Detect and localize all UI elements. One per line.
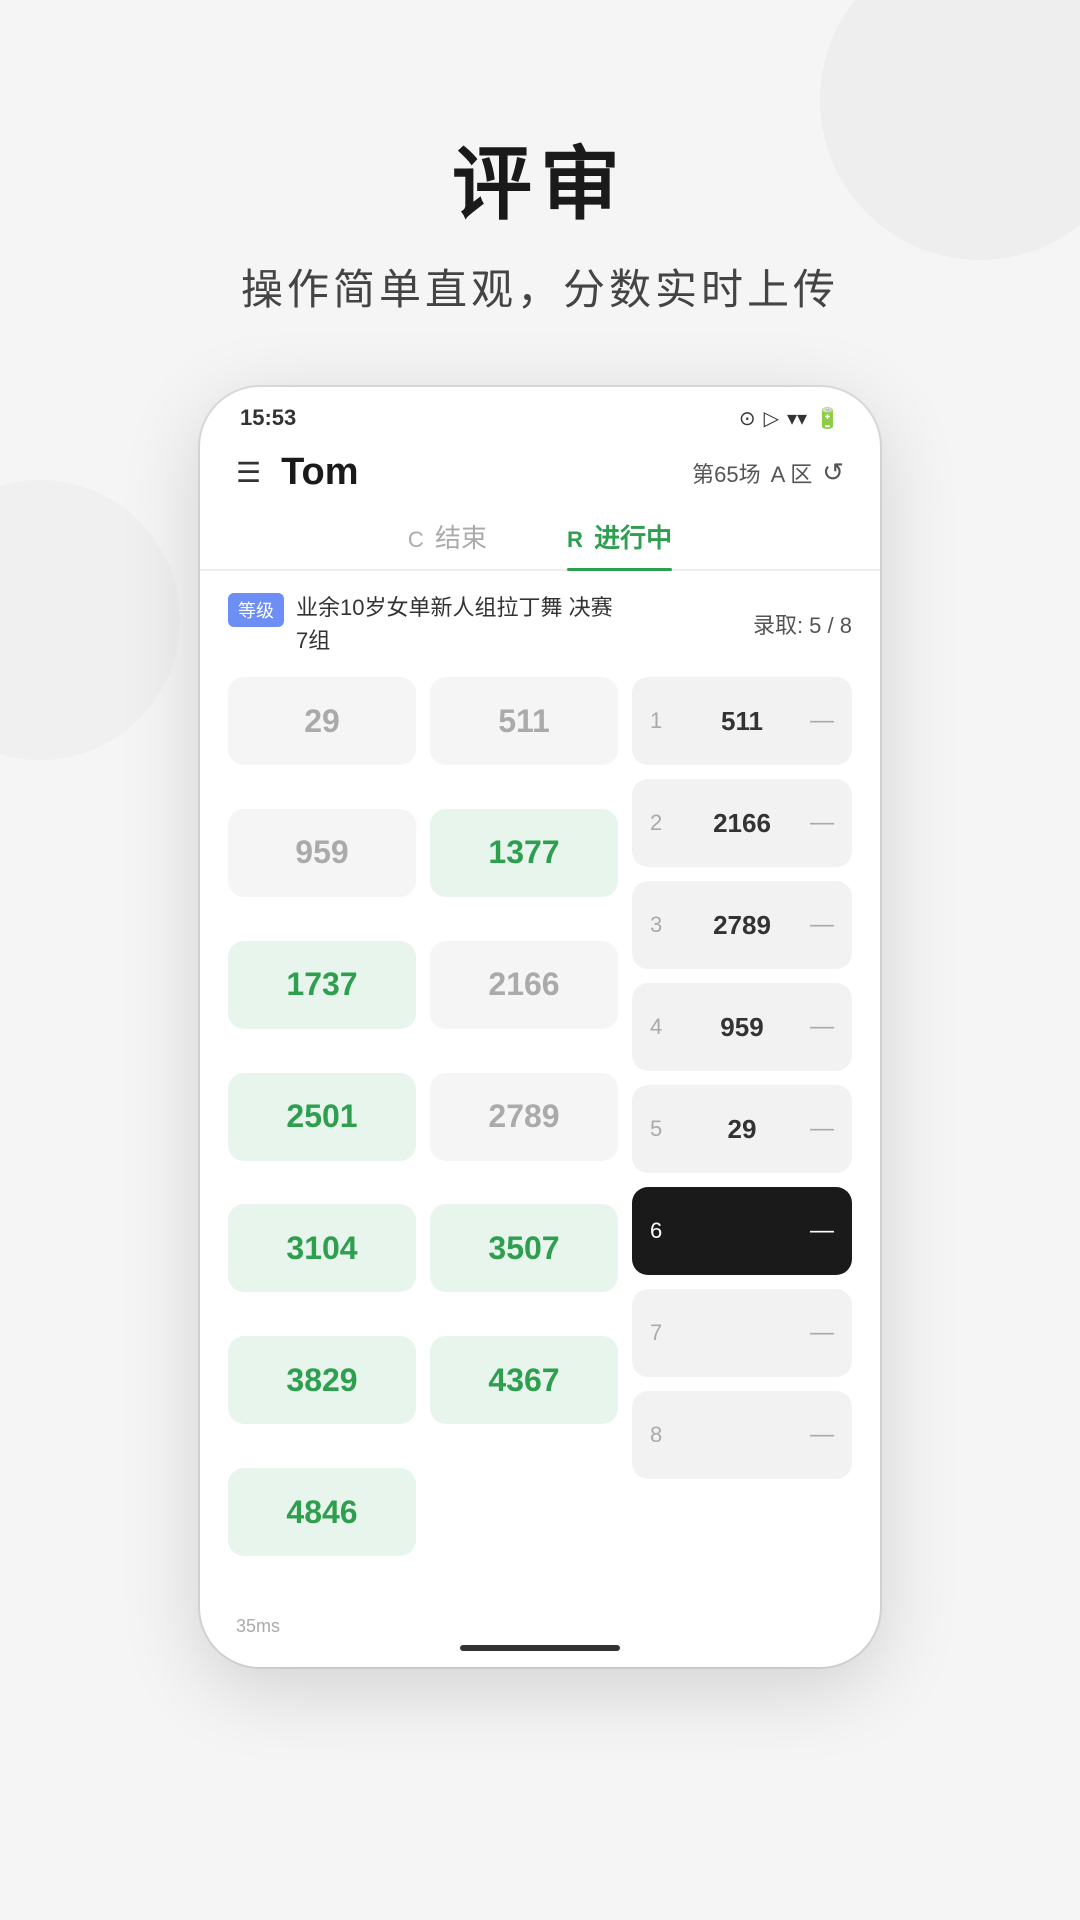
bottom-bar: 35ms [200, 1606, 880, 1667]
rank-dash-4: — [810, 1013, 834, 1041]
status-icons: ⊙ ▷ ▾▾ 🔋 [739, 406, 840, 431]
rank-dash-6: — [810, 1217, 834, 1245]
tab-ended-label: 结束 [435, 523, 487, 553]
num-cell-9[interactable]: 3507 [430, 1204, 618, 1292]
event-name-line1: 业余10岁女单新人组拉丁舞 决赛 [296, 595, 613, 620]
num-cell-1[interactable]: 511 [430, 677, 618, 765]
num-cell-5[interactable]: 2166 [430, 941, 618, 1029]
home-indicator [460, 1645, 620, 1651]
grid-layout: 29 511 959 1377 1737 2166 2501 2789 3104… [228, 677, 852, 1586]
rank-row-8[interactable]: 8 — [632, 1391, 852, 1479]
event-name: 业余10岁女单新人组拉丁舞 决赛 7组 [296, 591, 613, 657]
num-cell-12[interactable]: 4846 [228, 1468, 416, 1556]
main-content: 等级 业余10岁女单新人组拉丁舞 决赛 7组 录取: 5 / 8 29 511 … [200, 571, 880, 1606]
rank-dash-2: — [810, 809, 834, 837]
num-cell-0[interactable]: 29 [228, 677, 416, 765]
app-title: Tom [281, 451, 692, 494]
rank-dash-8: — [810, 1421, 834, 1449]
tab-bar: C 结束 R 进行中 [200, 504, 880, 571]
response-time: 35ms [200, 1616, 280, 1637]
rank-row-6[interactable]: 6 — [632, 1187, 852, 1275]
event-name-line2: 7组 [296, 628, 330, 653]
rank-num-5: 5 [650, 1116, 674, 1142]
session-label: 第65场 [692, 457, 760, 489]
num-cell-7[interactable]: 2789 [430, 1073, 618, 1161]
rank-num-3: 3 [650, 912, 674, 938]
rank-num-7: 7 [650, 1320, 674, 1346]
rank-num-1: 1 [650, 708, 674, 734]
rank-num-2: 2 [650, 810, 674, 836]
rank-num-8: 8 [650, 1422, 674, 1448]
rank-num-6: 6 [650, 1218, 674, 1244]
tab-in-progress[interactable]: R 进行中 [567, 518, 672, 569]
wifi-icon: ▾▾ [787, 406, 807, 431]
tab-ended-prefix: C [408, 527, 424, 552]
menu-icon[interactable]: ☰ [236, 456, 261, 489]
tab-ended[interactable]: C 结束 [408, 518, 487, 569]
refresh-icon[interactable]: ↺ [822, 457, 844, 488]
status-bar: 15:53 ⊙ ▷ ▾▾ 🔋 [200, 387, 880, 441]
event-header: 等级 业余10岁女单新人组拉丁舞 决赛 7组 录取: 5 / 8 [228, 591, 852, 657]
phone-frame: 15:53 ⊙ ▷ ▾▾ 🔋 ☰ Tom 第65场 A 区 ↺ C 结束 [200, 387, 880, 1667]
rank-row-4[interactable]: 4 959 — [632, 983, 852, 1071]
tab-progress-prefix: R [567, 527, 583, 552]
hero-subtitle: 操作简单直观，分数实时上传 [0, 256, 1080, 317]
event-info: 等级 业余10岁女单新人组拉丁舞 决赛 7组 [228, 591, 753, 657]
rank-num-4: 4 [650, 1014, 674, 1040]
num-cell-8[interactable]: 3104 [228, 1204, 416, 1292]
header-info: 第65场 A 区 ↺ [692, 457, 844, 489]
rank-row-7[interactable]: 7 — [632, 1289, 852, 1377]
app-header: ☰ Tom 第65场 A 区 ↺ [200, 441, 880, 504]
left-number-grid: 29 511 959 1377 1737 2166 2501 2789 3104… [228, 677, 618, 1586]
grade-badge: 等级 [228, 593, 284, 627]
rank-value-3: 2789 [684, 910, 800, 941]
rank-row-2[interactable]: 2 2166 — [632, 779, 852, 867]
zone-label: A 区 [771, 457, 813, 489]
rank-value-2: 2166 [684, 808, 800, 839]
rank-value-4: 959 [684, 1012, 800, 1043]
rank-dash-7: — [810, 1319, 834, 1347]
rank-dash-3: — [810, 911, 834, 939]
rank-value-5: 29 [684, 1114, 800, 1145]
admission-info: 录取: 5 / 8 [753, 608, 852, 640]
num-cell-2[interactable]: 959 [228, 809, 416, 897]
settings-icon: ⊙ [739, 406, 756, 431]
right-rank-list: 1 511 — 2 2166 — 3 2789 — [632, 677, 852, 1586]
status-time: 15:53 [240, 405, 296, 431]
battery-icon: 🔋 [815, 406, 840, 431]
num-cell-4[interactable]: 1737 [228, 941, 416, 1029]
rank-dash-1: — [810, 707, 834, 735]
rank-value-1: 511 [684, 706, 800, 737]
rank-row-5[interactable]: 5 29 — [632, 1085, 852, 1173]
rank-row-1[interactable]: 1 511 — [632, 677, 852, 765]
rank-row-3[interactable]: 3 2789 — [632, 881, 852, 969]
num-cell-3[interactable]: 1377 [430, 809, 618, 897]
num-cell-10[interactable]: 3829 [228, 1336, 416, 1424]
num-cell-11[interactable]: 4367 [430, 1336, 618, 1424]
num-cell-6[interactable]: 2501 [228, 1073, 416, 1161]
tab-progress-label: 进行中 [594, 523, 672, 553]
rank-dash-5: — [810, 1115, 834, 1143]
play-icon: ▷ [764, 406, 779, 431]
